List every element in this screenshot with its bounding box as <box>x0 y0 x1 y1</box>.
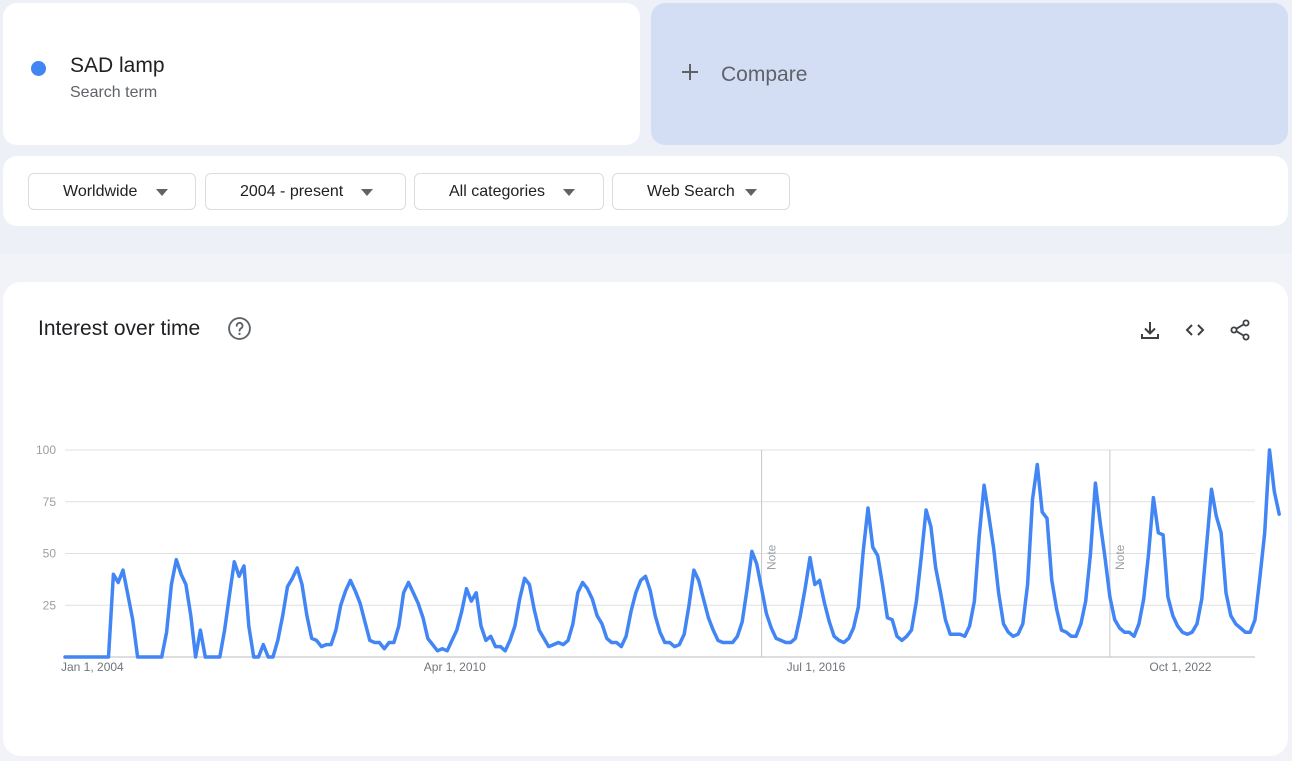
series-color-dot <box>31 61 46 76</box>
dropdown-arrow-icon <box>563 189 575 196</box>
download-icon[interactable] <box>1138 318 1162 342</box>
compare-label: Compare <box>721 63 808 86</box>
category-filter-dropdown[interactable]: All categories <box>414 173 604 210</box>
embed-code-icon[interactable] <box>1183 318 1207 342</box>
search-type-filter-label: Web Search <box>647 183 735 200</box>
interest-over-time-card: Interest over time <box>3 282 1288 756</box>
filter-bar: Worldwide 2004 - present All categories … <box>3 156 1288 226</box>
search-type-filter-dropdown[interactable]: Web Search <box>612 173 790 210</box>
region-filter-label: Worldwide <box>63 183 138 200</box>
search-term-name: SAD lamp <box>70 54 165 77</box>
search-term-subtitle: Search term <box>70 84 158 101</box>
time-range-filter-label: 2004 - present <box>240 183 344 200</box>
search-term-card[interactable]: SAD lamp Search term <box>3 3 640 145</box>
share-icon[interactable] <box>1228 318 1252 342</box>
category-filter-label: All categories <box>449 183 546 200</box>
dropdown-arrow-icon <box>361 189 373 196</box>
plus-icon <box>682 64 698 80</box>
dropdown-arrow-icon <box>745 189 757 196</box>
region-filter-dropdown[interactable]: Worldwide <box>28 173 196 210</box>
chart-panel-title: Interest over time <box>38 317 201 340</box>
help-icon[interactable] <box>227 316 252 341</box>
time-range-filter-dropdown[interactable]: 2004 - present <box>205 173 406 210</box>
dropdown-arrow-icon <box>156 189 168 196</box>
